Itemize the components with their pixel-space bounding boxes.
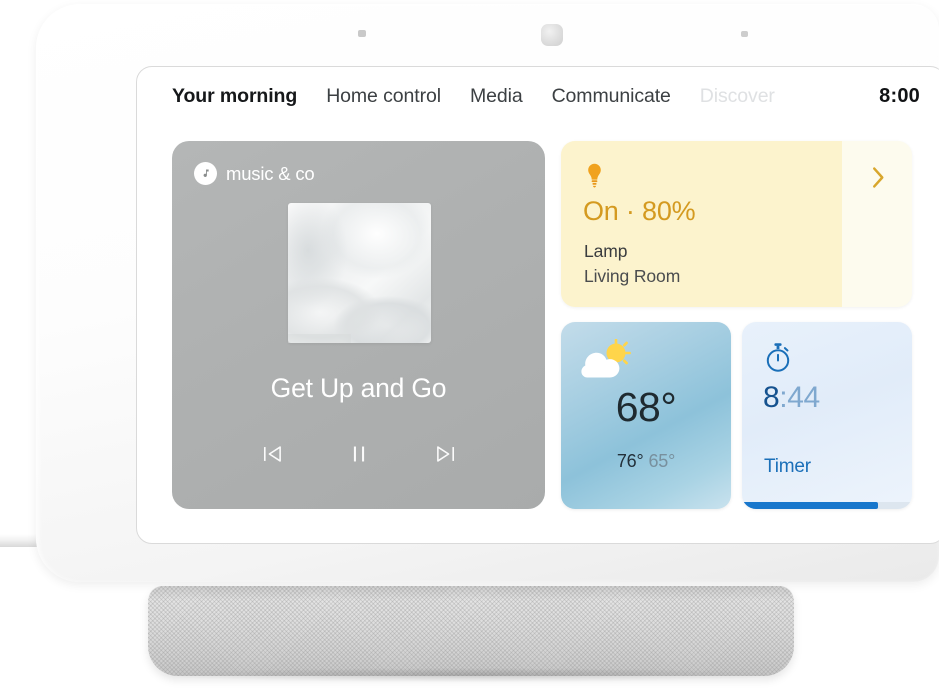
low-temperature: 65°	[648, 451, 676, 471]
timer-remaining: 8:44	[763, 381, 820, 415]
top-navigation-bar: Your morning Home control Media Communic…	[137, 67, 939, 125]
status-clock: 8:00	[879, 84, 920, 107]
timer-minutes: 8	[763, 381, 780, 414]
lightbulb-icon	[584, 162, 605, 194]
timer-card[interactable]: 8:44 Timer	[742, 322, 912, 509]
sensor-dot-left-icon	[358, 30, 366, 37]
screenshot-root: Your morning Home control Media Communic…	[0, 0, 939, 688]
partly-cloudy-icon	[579, 338, 635, 386]
skip-previous-icon[interactable]	[257, 439, 287, 469]
device-shell: Your morning Home control Media Communic…	[36, 4, 939, 582]
lamp-control-card[interactable]: On · 80% Lamp Living Room	[561, 141, 912, 307]
timer-label: Timer	[764, 456, 811, 477]
lamp-room-label: Living Room	[584, 266, 681, 286]
base-shadow	[160, 668, 782, 682]
music-player-card[interactable]: music & co Get Up and Go	[172, 141, 545, 509]
nav-tab-communicate[interactable]: Communicate	[552, 85, 671, 108]
timer-progress-bar	[742, 502, 878, 509]
chevron-right-icon[interactable]	[870, 165, 887, 195]
ambient-light-sensor-icon	[541, 24, 563, 46]
high-temperature: 76°	[616, 451, 644, 471]
nav-tab-discover[interactable]: Discover	[700, 85, 775, 108]
timer-seconds: :44	[779, 381, 820, 414]
display-screen: Your morning Home control Media Communic…	[136, 66, 939, 544]
music-provider-row: music & co	[194, 162, 315, 185]
lamp-state-label: On · 80%	[583, 196, 696, 226]
pause-icon[interactable]	[344, 439, 374, 469]
lamp-device-name: Lamp	[584, 241, 628, 261]
music-note-icon	[194, 162, 217, 185]
sensor-dot-right-icon	[741, 31, 748, 37]
card-grid: music & co Get Up and Go On · 80% Lamp L…	[137, 125, 939, 543]
nav-tab-home-control[interactable]: Home control	[326, 85, 441, 108]
album-art	[288, 203, 431, 343]
nav-tab-your-morning[interactable]: Your morning	[172, 85, 297, 108]
current-temperature: 68°	[615, 384, 677, 430]
stopwatch-icon	[764, 342, 792, 378]
playback-controls	[172, 439, 545, 469]
track-title: Get Up and Go	[270, 373, 447, 403]
temperature-range: 76° 65°	[561, 451, 731, 472]
music-provider-label: music & co	[226, 162, 315, 184]
speaker-base	[148, 586, 794, 676]
skip-next-icon[interactable]	[431, 439, 461, 469]
timer-progress-track	[742, 502, 912, 509]
weather-card[interactable]: 68° 76° 65°	[561, 322, 731, 509]
nav-tab-media[interactable]: Media	[470, 85, 523, 108]
